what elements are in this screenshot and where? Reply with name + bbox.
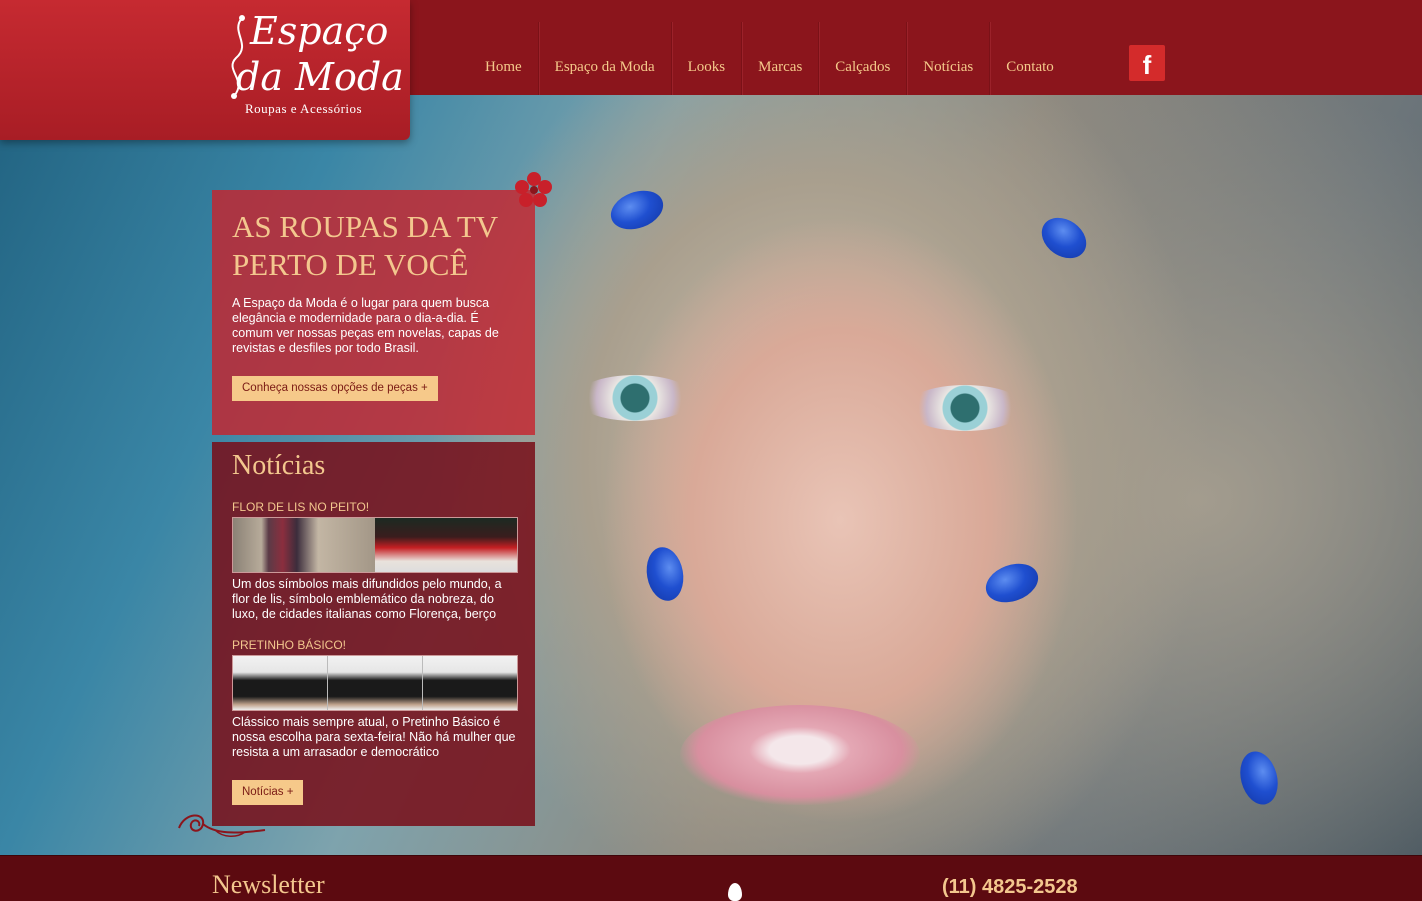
facebook-icon[interactable]: f [1129, 45, 1165, 81]
nav-item-contato[interactable]: Contato [990, 22, 1070, 95]
logo-line-2: da Moda [236, 55, 404, 99]
nav-item-marcas[interactable]: Marcas [742, 22, 820, 95]
news-thumbnail [375, 518, 517, 572]
hero-eye-right [905, 385, 1025, 431]
news-thumbnail [233, 518, 375, 572]
news-item-image[interactable] [232, 517, 518, 573]
promo-headline-line-1: AS ROUPAS DA TV [232, 209, 499, 244]
news-more-button[interactable]: Notícias + [232, 780, 304, 805]
nav-item-looks[interactable]: Looks [672, 22, 743, 95]
nav-item-espaco-da-moda[interactable]: Espaço da Moda [539, 22, 672, 95]
phone-number: (11) 4825-2528 [942, 876, 1078, 898]
news-item-text: Clássico mais sempre atual, o Pretinho B… [232, 715, 516, 759]
flower-icon [515, 172, 552, 207]
news-item-image[interactable] [232, 655, 518, 711]
news-panel: Notícias FLOR DE LIS NO PEITO! Um dos sí… [212, 442, 535, 826]
hero-nail [980, 556, 1044, 610]
footer: Newsletter (11) 4825-2528 [0, 855, 1422, 901]
logo-line-1: Espaço [250, 9, 389, 53]
hero-nail [1234, 747, 1284, 809]
news-thumbnail [423, 656, 517, 710]
news-item-text: Um dos símbolos mais difundidos pelo mun… [232, 577, 502, 621]
news-thumbnail [328, 656, 423, 710]
promo-button[interactable]: Conheça nossas opções de peças + [232, 376, 438, 401]
main-nav: Home Espaço da Moda Looks Marcas Calçado… [469, 22, 1070, 95]
news-thumbnail [233, 656, 328, 710]
news-heading: Notícias [232, 450, 326, 481]
nav-item-noticias[interactable]: Notícias [907, 22, 991, 95]
nav-item-calcados[interactable]: Calçados [819, 22, 908, 95]
hero-nail [605, 183, 669, 237]
promo-panel: AS ROUPAS DA TV PERTO DE VOCÊ A Espaço d… [212, 190, 535, 435]
promo-text: A Espaço da Moda é o lugar para quem bus… [232, 296, 499, 355]
hero-nail [642, 544, 688, 604]
promo-headline-line-2: PERTO DE VOCÊ [232, 247, 469, 282]
hero-eye-left [575, 375, 695, 421]
nav-item-home[interactable]: Home [469, 22, 539, 95]
logo-tagline: Roupas e Acessórios [245, 101, 363, 116]
hero-lips [680, 705, 920, 805]
swirl-ornament-icon [178, 814, 266, 837]
newsletter-heading: Newsletter [212, 870, 325, 899]
news-item-title[interactable]: PRETINHO BÁSICO! [232, 638, 346, 652]
promo-headline: AS ROUPAS DA TV PERTO DE VOCÊ [232, 208, 498, 284]
news-item-title[interactable]: FLOR DE LIS NO PEITO! [232, 500, 369, 514]
hero-nail [1034, 209, 1094, 267]
drop-icon [728, 883, 742, 901]
